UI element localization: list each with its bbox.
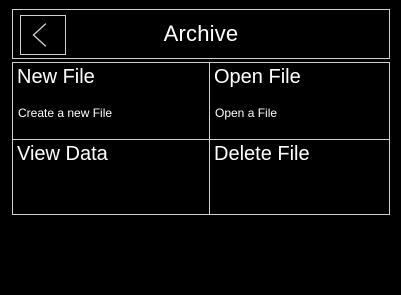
delete-file-button[interactable]: Delete File	[210, 140, 389, 214]
new-file-button[interactable]: New File Create a new File	[13, 63, 209, 139]
page-title: Archive	[163, 21, 239, 46]
header-bar: Archive	[12, 9, 390, 59]
view-data-label: View Data	[17, 143, 108, 165]
open-file-description: Open a File	[215, 106, 278, 120]
view-data-button[interactable]: View Data	[13, 140, 209, 214]
open-file-button[interactable]: Open File Open a File	[210, 63, 389, 139]
delete-file-label: Delete File	[214, 143, 310, 165]
new-file-label: New File	[17, 66, 95, 88]
archive-screen: Archive New File Create a new File Open …	[0, 0, 401, 295]
back-button[interactable]	[20, 15, 66, 55]
new-file-description: Create a new File	[18, 106, 113, 120]
chevron-left-icon	[32, 23, 47, 47]
open-file-label: Open File	[214, 66, 301, 88]
menu-grid: New File Create a new File Open File Ope…	[12, 62, 390, 215]
